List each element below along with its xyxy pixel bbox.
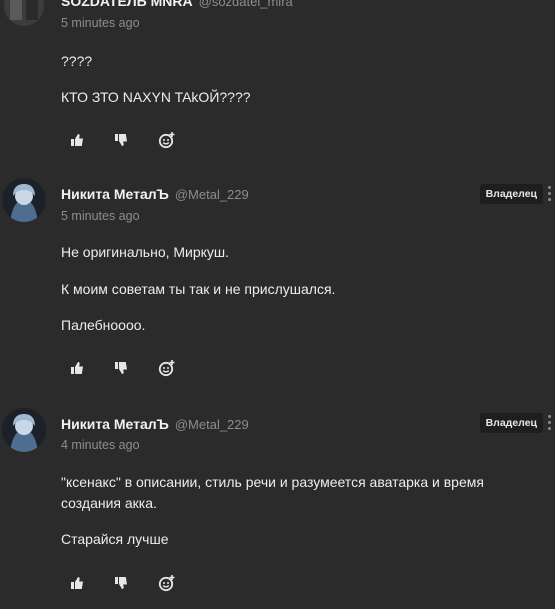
thumbs-up-icon [71, 134, 83, 146]
add-reaction-button[interactable] [158, 358, 202, 378]
avatar[interactable] [4, 0, 44, 26]
thumbs-down-icon [115, 134, 127, 146]
comment-line: Не оригинально, Миркуш. [61, 244, 230, 260]
comment-line: ???? [61, 53, 93, 69]
dot-icon [547, 415, 551, 418]
thumbs-up-icon [71, 577, 83, 589]
comment-line: Старайся лучше [61, 531, 169, 547]
comment-line: К моим советам ты так и не прислушался. [61, 281, 336, 297]
thumbs-down-icon [115, 362, 127, 374]
comments-feed: SOZDATEЛЬ MNRA @sozdatel_mira 5 minutes … [0, 0, 555, 609]
comment-author[interactable]: SOZDATEЛЬ MNRA [61, 0, 193, 9]
thumbs-up-icon [71, 362, 83, 374]
dislike-button[interactable] [114, 573, 158, 593]
comment-line: Палебноооо. [61, 317, 146, 333]
dot-icon [547, 427, 551, 430]
dislike-button[interactable] [114, 358, 158, 378]
add-reaction-button[interactable] [158, 573, 202, 593]
comment-time[interactable]: 5 minutes ago [61, 16, 140, 30]
more-options-button[interactable] [546, 186, 552, 206]
comment-author[interactable]: Никита МеталЪ [61, 186, 169, 202]
add-emoji-icon [158, 575, 175, 592]
dot-icon [547, 198, 551, 201]
dislike-button[interactable] [114, 130, 158, 150]
add-emoji-icon [158, 132, 175, 149]
more-options-button[interactable] [546, 415, 552, 435]
dot-icon [547, 186, 551, 189]
owner-badge: Владелец [479, 413, 543, 433]
dot-icon [547, 421, 551, 424]
comment-handle[interactable]: @Metal_229 [175, 417, 249, 432]
comment-line: "ксенакс" в описании, стиль речи и разум… [61, 474, 484, 511]
avatar[interactable] [2, 178, 46, 222]
avatar[interactable] [2, 408, 46, 452]
add-emoji-icon [158, 360, 175, 377]
comment-author[interactable]: Никита МеталЪ [61, 416, 169, 432]
like-button[interactable] [70, 573, 114, 593]
comment-time[interactable]: 5 minutes ago [61, 209, 140, 223]
like-button[interactable] [70, 130, 114, 150]
comment-handle[interactable]: @Metal_229 [175, 187, 249, 202]
comment-handle[interactable]: @sozdatel_mira [199, 0, 293, 9]
like-button[interactable] [70, 358, 114, 378]
owner-badge: Владелец [479, 184, 543, 204]
comment-time[interactable]: 4 minutes ago [61, 438, 140, 452]
thumbs-down-icon [115, 577, 127, 589]
comment-line: КТО ЗТО NAXYN TAkОЙ???? [61, 89, 251, 105]
add-reaction-button[interactable] [158, 130, 202, 150]
dot-icon [547, 192, 551, 195]
